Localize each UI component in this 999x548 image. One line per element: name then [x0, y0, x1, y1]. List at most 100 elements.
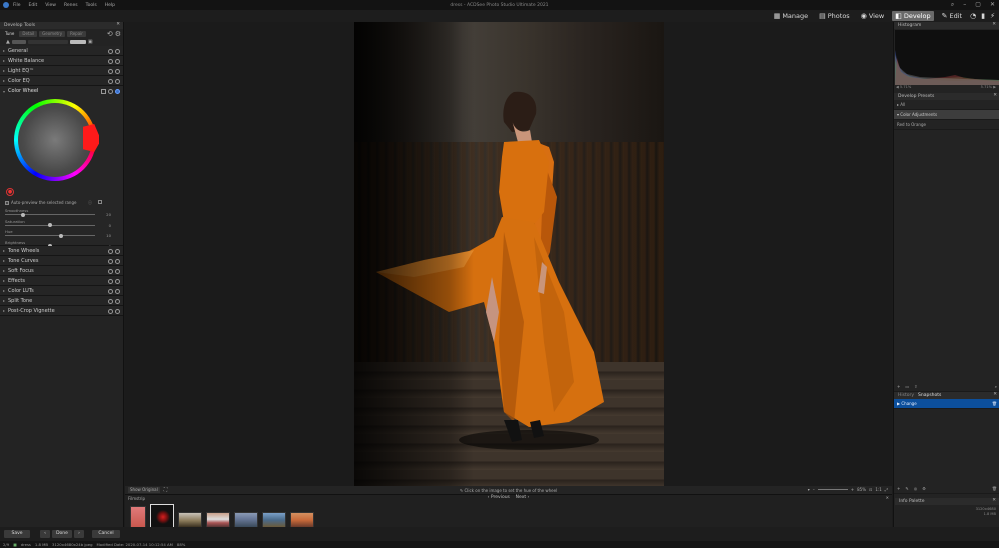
- redo-button[interactable]: ›: [74, 530, 84, 538]
- section-light-eq[interactable]: ▸ Light EQ™: [0, 66, 123, 76]
- show-original-button[interactable]: Show Original: [128, 487, 160, 493]
- mode-photos[interactable]: ▤ Photos: [816, 11, 853, 21]
- reset-section-icon[interactable]: [108, 298, 113, 304]
- preset-item-all[interactable]: ▸ All: [894, 100, 999, 110]
- add-icon[interactable]: +: [897, 486, 900, 491]
- mode-develop[interactable]: ◧ Develop: [892, 11, 934, 21]
- snapshot-item[interactable]: ▶ Change 🗑: [894, 399, 999, 409]
- reset-section-icon[interactable]: [108, 288, 113, 294]
- slider-knob[interactable]: [58, 233, 63, 238]
- menu-file[interactable]: File: [13, 3, 21, 8]
- folder-icon[interactable]: ▭: [905, 384, 909, 389]
- tab-geometry[interactable]: Geometry: [39, 30, 66, 37]
- reset-section-icon[interactable]: [108, 308, 113, 314]
- section-post-crop-vignette[interactable]: ▸ Post-Crop Vignette: [0, 306, 123, 316]
- toggle-section-icon[interactable]: [115, 48, 120, 54]
- thumbnail-selected[interactable]: [150, 504, 174, 528]
- slider-track[interactable]: [5, 214, 95, 215]
- thumbnail[interactable]: [130, 506, 146, 528]
- tab-tune[interactable]: Tune: [2, 31, 17, 37]
- mode-manage[interactable]: ▦ Manage: [771, 11, 811, 21]
- section-white-balance[interactable]: ▸ White Balance: [0, 56, 123, 66]
- copy-icon[interactable]: ▣: [88, 39, 93, 45]
- fit-icon[interactable]: ⊡: [869, 487, 872, 492]
- slider-track[interactable]: [5, 235, 95, 236]
- toggle-section-icon[interactable]: [115, 88, 120, 94]
- slider-value[interactable]: 0: [109, 223, 111, 228]
- settings-icon[interactable]: ⚙: [922, 486, 926, 491]
- slider-knob[interactable]: [21, 212, 25, 217]
- section-tone-curves[interactable]: ▸ Tone Curves: [0, 256, 123, 266]
- zoom-in-icon[interactable]: +: [851, 487, 854, 492]
- reset-section-icon[interactable]: [108, 268, 113, 274]
- warning-icon[interactable]: ▲: [6, 39, 10, 45]
- undo-button[interactable]: ‹: [40, 530, 50, 538]
- toggle-section-icon[interactable]: [115, 248, 120, 254]
- menu-view[interactable]: View: [45, 3, 56, 8]
- trash-icon[interactable]: 🗑: [992, 486, 997, 491]
- section-soft-focus[interactable]: ▸ Soft Focus: [0, 266, 123, 276]
- info-icon[interactable]: ⓘ: [88, 200, 92, 206]
- color-wheel-header[interactable]: ▾ Color Wheel: [0, 86, 123, 96]
- auto-preview-checkbox[interactable]: [5, 200, 9, 205]
- menu-tools[interactable]: Tools: [86, 3, 97, 8]
- settings-icon[interactable]: ⚙: [115, 30, 121, 38]
- zoom-value[interactable]: 85%: [857, 487, 866, 492]
- toggle-section-icon[interactable]: [115, 278, 120, 284]
- maximize-icon[interactable]: ▢: [975, 1, 981, 9]
- slider-smoothness[interactable]: Smoothness 20: [5, 208, 117, 218]
- tab-snapshots[interactable]: Snapshots: [918, 393, 941, 398]
- section-general[interactable]: ▸ General: [0, 46, 123, 56]
- copy-settings-icon[interactable]: [101, 88, 106, 94]
- reset-section-icon[interactable]: [108, 258, 113, 264]
- tool-active[interactable]: [69, 40, 86, 44]
- tab-detail[interactable]: Detail: [19, 30, 38, 37]
- thumbnail[interactable]: [262, 512, 286, 528]
- mode-edit[interactable]: ✎ Edit: [939, 11, 965, 21]
- camera-icon[interactable]: ◎: [914, 486, 918, 491]
- section-tone-wheels[interactable]: ▸ Tone Wheels: [0, 246, 123, 256]
- minimize-icon[interactable]: –: [963, 1, 966, 9]
- mode-view[interactable]: ◉ View: [858, 11, 888, 21]
- clip-shadow-icon[interactable]: ◀: [896, 85, 899, 89]
- section-color-eq[interactable]: ▸ Color EQ: [0, 76, 123, 86]
- section-split-tone[interactable]: ▸ Split Tone: [0, 296, 123, 306]
- thumbnail[interactable]: [290, 512, 314, 528]
- color-wheel[interactable]: [14, 99, 99, 181]
- zoom-out-icon[interactable]: –: [813, 487, 815, 492]
- toggle-section-icon[interactable]: [115, 268, 120, 274]
- done-button[interactable]: Done: [52, 530, 72, 538]
- toggle-section-icon[interactable]: [115, 308, 120, 314]
- reset-icon[interactable]: ⟲: [107, 30, 113, 38]
- reset-section-icon[interactable]: [108, 248, 113, 254]
- toggle-section-icon[interactable]: [115, 78, 120, 84]
- reset-section-icon[interactable]: [108, 278, 113, 284]
- dashboard-icon[interactable]: ◔: [970, 12, 976, 20]
- menu-edit[interactable]: Edit: [29, 3, 38, 8]
- close-icon[interactable]: ✕: [990, 1, 995, 9]
- histogram-close-icon[interactable]: ✕: [992, 22, 996, 27]
- slider-value[interactable]: 20: [106, 212, 111, 217]
- section-color-luts[interactable]: ▸ Color LUTs: [0, 286, 123, 296]
- slider-hue[interactable]: Hue 10: [5, 229, 117, 239]
- history-close-icon[interactable]: ✕: [993, 392, 997, 397]
- reset-section-icon[interactable]: [108, 78, 113, 84]
- reset-section-icon[interactable]: [108, 88, 113, 94]
- next-button[interactable]: Next ›: [516, 495, 530, 500]
- presets-close-icon[interactable]: ✕: [993, 93, 997, 98]
- eyedropper-icon[interactable]: ●: [6, 188, 14, 196]
- previous-button[interactable]: ‹ Previous: [488, 495, 510, 500]
- filmstrip-close-icon[interactable]: ✕: [886, 495, 889, 500]
- actual-size-icon[interactable]: 1:1: [875, 487, 881, 492]
- preset-item-red-to-orange[interactable]: Red to Orange: [894, 120, 999, 130]
- tab-repair[interactable]: Repair: [67, 30, 86, 37]
- lightning-icon[interactable]: ⚡: [990, 12, 995, 20]
- square-toggle-icon[interactable]: [98, 200, 102, 204]
- expand-icon[interactable]: ⤢: [885, 487, 888, 492]
- delete-icon[interactable]: 🗑: [992, 401, 997, 406]
- toggle-section-icon[interactable]: [115, 288, 120, 294]
- tool-compare[interactable]: [11, 40, 26, 44]
- zoom-slider[interactable]: [817, 489, 848, 490]
- slider-knob[interactable]: [48, 223, 52, 227]
- fullscreen-icon[interactable]: ⛶: [164, 487, 168, 493]
